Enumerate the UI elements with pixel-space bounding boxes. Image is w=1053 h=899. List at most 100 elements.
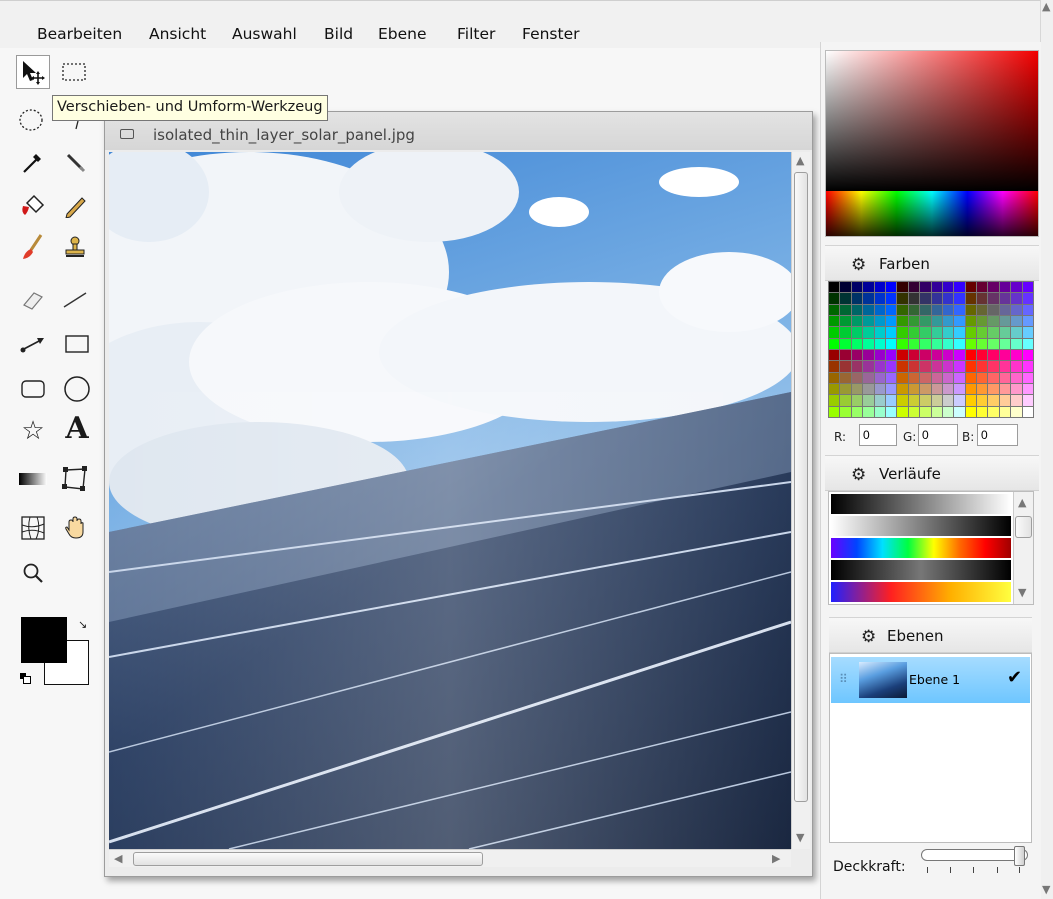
vertical-scroll-thumb[interactable] (794, 172, 808, 802)
palette-swatch[interactable] (897, 315, 908, 327)
palette-swatch[interactable] (908, 383, 920, 395)
palette-swatch[interactable] (885, 304, 897, 315)
menu-fenster[interactable]: Fenster (522, 25, 580, 43)
palette-swatch[interactable] (1011, 282, 1022, 293)
gradient-white-black[interactable] (831, 516, 1011, 536)
palette-swatch[interactable] (999, 395, 1011, 406)
scroll-down-icon[interactable]: ▼ (1042, 883, 1050, 896)
palette-swatch[interactable] (840, 315, 851, 327)
menu-bild[interactable]: Bild (324, 25, 353, 43)
palette-swatch[interactable] (908, 315, 920, 327)
scroll-down-icon[interactable]: ▼ (796, 831, 804, 844)
palette-swatch[interactable] (942, 293, 954, 304)
palette-swatch[interactable] (851, 315, 863, 327)
page-scrollbar[interactable]: ▲ ▼ (1040, 0, 1053, 899)
palette-swatch[interactable] (920, 361, 931, 372)
palette-swatch[interactable] (999, 304, 1011, 315)
palette-swatch[interactable] (965, 406, 977, 417)
palette-swatch[interactable] (931, 361, 942, 372)
palette-swatch[interactable] (897, 406, 908, 417)
palette-swatch[interactable] (863, 383, 874, 395)
palette-swatch[interactable] (965, 372, 977, 383)
palette-swatch[interactable] (965, 315, 977, 327)
palette-swatch[interactable] (988, 372, 999, 383)
color-palette[interactable] (828, 281, 1034, 418)
palette-swatch[interactable] (977, 293, 988, 304)
palette-swatch[interactable] (908, 361, 920, 372)
palette-swatch[interactable] (874, 327, 885, 338)
palette-swatch[interactable] (988, 304, 999, 315)
palette-swatch[interactable] (942, 304, 954, 315)
palette-swatch[interactable] (988, 338, 999, 349)
palette-swatch[interactable] (897, 338, 908, 349)
gradient-list[interactable]: ▲ ▼ (828, 491, 1034, 605)
palette-swatch[interactable] (999, 282, 1011, 293)
palette-swatch[interactable] (863, 293, 874, 304)
palette-swatch[interactable] (840, 338, 851, 349)
scroll-left-icon[interactable]: ◀ (114, 852, 122, 865)
palette-swatch[interactable] (942, 315, 954, 327)
palette-swatch[interactable] (885, 406, 897, 417)
palette-swatch[interactable] (920, 293, 931, 304)
palette-swatch[interactable] (863, 395, 874, 406)
palette-swatch[interactable] (942, 349, 954, 361)
palette-swatch[interactable] (988, 282, 999, 293)
menu-bearbeiten[interactable]: Bearbeiten (37, 25, 122, 43)
reset-colors-icon[interactable] (20, 673, 31, 684)
ellipse-tool[interactable] (60, 372, 94, 406)
ellipse-select-tool[interactable] (14, 103, 48, 137)
palette-swatch[interactable] (1022, 395, 1033, 406)
palette-swatch[interactable] (851, 349, 863, 361)
palette-swatch[interactable] (851, 282, 863, 293)
palette-swatch[interactable] (851, 338, 863, 349)
gradient-tool[interactable] (16, 462, 50, 496)
palette-swatch[interactable] (920, 383, 931, 395)
palette-swatch[interactable] (954, 282, 965, 293)
palette-swatch[interactable] (999, 372, 1011, 383)
palette-swatch[interactable] (988, 395, 999, 406)
palette-swatch[interactable] (1011, 327, 1022, 338)
transform-tool[interactable] (58, 462, 92, 496)
pencil-tool[interactable] (58, 188, 92, 222)
eyedropper-tool[interactable] (16, 145, 50, 179)
hand-tool[interactable] (58, 511, 92, 545)
palette-swatch[interactable] (1022, 383, 1033, 395)
palette-swatch[interactable] (977, 338, 988, 349)
palette-swatch[interactable] (840, 304, 851, 315)
palette-swatch[interactable] (897, 395, 908, 406)
palette-swatch[interactable] (829, 304, 840, 315)
palette-swatch[interactable] (885, 395, 897, 406)
gradient-warm[interactable] (831, 582, 1011, 602)
palette-swatch[interactable] (954, 395, 965, 406)
palette-swatch[interactable] (840, 395, 851, 406)
rounded-rect-tool[interactable] (16, 372, 50, 406)
b-input[interactable] (977, 424, 1018, 446)
palette-swatch[interactable] (954, 315, 965, 327)
palette-swatch[interactable] (942, 282, 954, 293)
palette-swatch[interactable] (885, 293, 897, 304)
palette-swatch[interactable] (897, 372, 908, 383)
palette-swatch[interactable] (840, 406, 851, 417)
palette-swatch[interactable] (988, 293, 999, 304)
gradient-scroll-thumb[interactable] (1015, 516, 1032, 538)
palette-swatch[interactable] (999, 406, 1011, 417)
palette-swatch[interactable] (999, 293, 1011, 304)
palette-swatch[interactable] (885, 338, 897, 349)
palette-swatch[interactable] (977, 349, 988, 361)
palette-swatch[interactable] (931, 372, 942, 383)
palette-swatch[interactable] (863, 372, 874, 383)
palette-swatch[interactable] (897, 304, 908, 315)
palette-swatch[interactable] (1022, 406, 1033, 417)
palette-swatch[interactable] (988, 406, 999, 417)
palette-swatch[interactable] (829, 282, 840, 293)
hue-strip[interactable] (826, 191, 1038, 236)
palette-swatch[interactable] (840, 361, 851, 372)
palette-swatch[interactable] (920, 327, 931, 338)
palette-swatch[interactable] (999, 383, 1011, 395)
palette-swatch[interactable] (942, 327, 954, 338)
palette-swatch[interactable] (954, 372, 965, 383)
palette-swatch[interactable] (874, 406, 885, 417)
panel-header-layers[interactable]: ⚙ Ebenen (829, 617, 1032, 653)
palette-swatch[interactable] (1022, 361, 1033, 372)
palette-swatch[interactable] (954, 406, 965, 417)
